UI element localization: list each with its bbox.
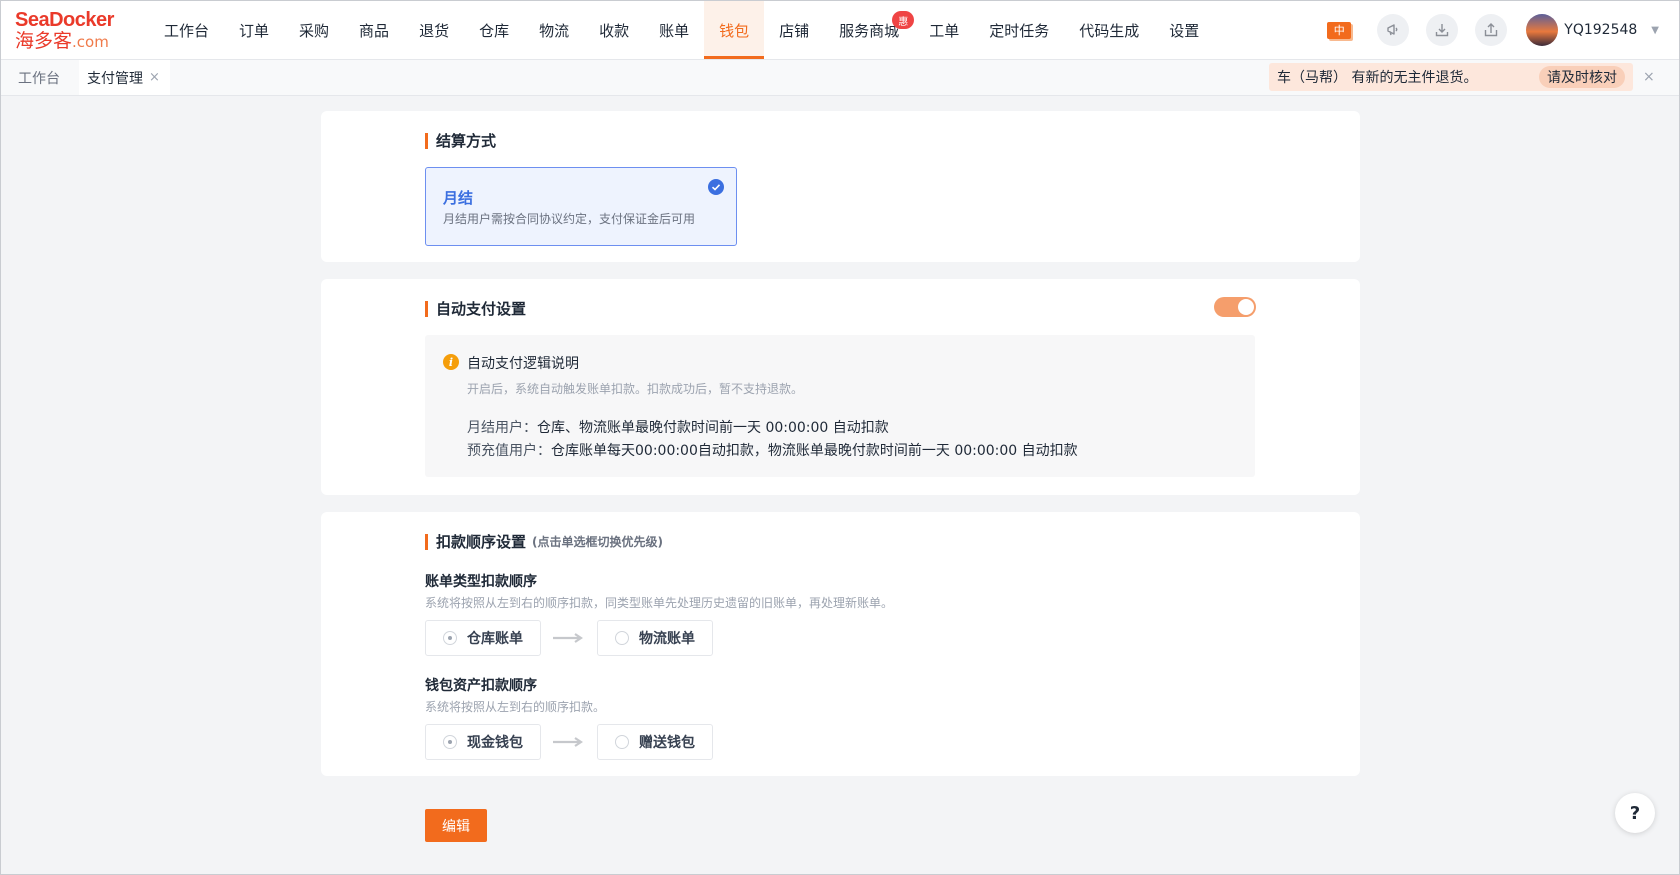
logo-domain: .com: [72, 33, 109, 51]
info-row-monthly: 月结用户：仓库、物流账单最晚付款时间前一天 00:00:00 自动扣款: [467, 420, 889, 436]
nav-item-workbench[interactable]: 工作台: [149, 1, 224, 59]
nav-item-returns[interactable]: 退货: [404, 1, 464, 59]
radio-dot: [615, 735, 629, 749]
nav-item-purchase[interactable]: 采购: [284, 1, 344, 59]
app-window: SeaDocker 海多客.com 工作台 订单 采购 商品 退货 仓库 物流 …: [0, 0, 1680, 875]
download-icon[interactable]: [1426, 14, 1459, 46]
info-subtitle: 开启后，系统自动触发账单扣款。扣款成功后，暂不支持退款。: [467, 382, 804, 396]
arrow-right-icon: [553, 737, 583, 747]
nav-item-receipts[interactable]: 收款: [584, 1, 644, 59]
top-navbar: SeaDocker 海多客.com 工作台 订单 采购 商品 退货 仓库 物流 …: [1, 1, 1679, 60]
bill-order-title: 账单类型扣款顺序: [425, 574, 537, 590]
settlement-option-monthly[interactable]: 月结 月结用户需按合同协议约定，支付保证金后可用: [425, 167, 737, 246]
option-desc: 月结用户需按合同协议约定，支付保证金后可用: [443, 212, 696, 226]
autopay-toggle[interactable]: [1214, 297, 1256, 317]
bill-order-desc: 系统将按照从左到右的顺序扣款，同类型账单先处理历史遗留的旧账单，再处理新账单。: [425, 596, 894, 610]
radio-dot: [443, 735, 457, 749]
settlement-title: 结算方式: [425, 130, 496, 151]
edit-button[interactable]: 编辑: [425, 809, 487, 842]
export-icon[interactable]: [1475, 14, 1508, 46]
close-icon[interactable]: ×: [149, 70, 160, 85]
nav-item-logistics[interactable]: 物流: [524, 1, 584, 59]
radio-cash-wallet[interactable]: 现金钱包: [425, 724, 541, 760]
wallet-order-title: 钱包资产扣款顺序: [425, 678, 537, 694]
nav-item-code-gen[interactable]: 代码生成: [1064, 1, 1154, 59]
tab-workbench[interactable]: 工作台: [1, 60, 77, 95]
notice-action-button[interactable]: 请及时核对: [1539, 66, 1625, 88]
user-avatar[interactable]: [1526, 14, 1559, 46]
username[interactable]: YQ192548: [1564, 22, 1637, 38]
radio-gift-wallet[interactable]: 赠送钱包: [597, 724, 713, 760]
logo-brand: SeaDocker: [15, 9, 114, 31]
deduction-title: 扣款顺序设置 (点击单选框切换优先级): [425, 531, 663, 552]
arrow-right-icon: [553, 633, 583, 643]
logo[interactable]: SeaDocker 海多客.com: [15, 10, 127, 52]
language-switch[interactable]: 中: [1327, 21, 1352, 39]
nav-item-stores[interactable]: 店铺: [764, 1, 824, 59]
nav-item-settings[interactable]: 设置: [1154, 1, 1214, 59]
top-right-actions: 中 YQ192548 ▼: [1327, 1, 1659, 59]
info-row-prepaid: 预充值用户：仓库账单每天00:00:00自动扣款，物流账单最晚付款时间前一天 0…: [467, 443, 1078, 459]
nav-item-orders[interactable]: 订单: [224, 1, 284, 59]
logo-cn: 海多客: [15, 30, 73, 52]
autopay-info-box: i 自动支付逻辑说明 开启后，系统自动触发账单扣款。扣款成功后，暂不支持退款。 …: [425, 335, 1255, 477]
info-icon: i: [443, 354, 459, 370]
info-title: 自动支付逻辑说明: [467, 356, 579, 372]
announcement-icon[interactable]: [1377, 14, 1410, 46]
radio-dot: [443, 631, 457, 645]
promo-badge: 惠: [892, 11, 915, 29]
wallet-order-desc: 系统将按照从左到右的顺序扣款。: [425, 700, 606, 714]
nav-item-warehouse[interactable]: 仓库: [464, 1, 524, 59]
nav-item-products[interactable]: 商品: [344, 1, 404, 59]
radio-dot: [615, 631, 629, 645]
radio-warehouse-bill[interactable]: 仓库账单: [425, 620, 541, 656]
nav-item-scheduled-tasks[interactable]: 定时任务: [974, 1, 1064, 59]
check-icon: [708, 179, 724, 195]
tab-payment-management[interactable]: 支付管理 ×: [79, 60, 170, 95]
page-tabs: 工作台 支付管理 × 车（马帮） 有新的无主件退货。 请及时核对 ×: [1, 60, 1679, 96]
notice-close-icon[interactable]: ×: [1643, 69, 1655, 85]
radio-logistics-bill[interactable]: 物流账单: [597, 620, 713, 656]
nav-item-bills[interactable]: 账单: [644, 1, 704, 59]
main-nav: 工作台 订单 采购 商品 退货 仓库 物流 收款 账单 钱包 店铺 服务商城惠 …: [149, 1, 1214, 59]
nav-item-service-mall[interactable]: 服务商城惠: [824, 1, 915, 59]
nav-item-tickets[interactable]: 工单: [914, 1, 974, 59]
notice-text: 车（马帮） 有新的无主件退货。: [1277, 70, 1478, 86]
deduction-hint: (点击单选框切换优先级): [532, 535, 663, 549]
autopay-card: 自动支付设置 i 自动支付逻辑说明 开启后，系统自动触发账单扣款。扣款成功后，暂…: [321, 279, 1360, 495]
settlement-card: 结算方式 月结 月结用户需按合同协议约定，支付保证金后可用: [321, 111, 1360, 262]
option-title: 月结: [443, 189, 474, 207]
autopay-title: 自动支付设置: [425, 298, 526, 319]
notice-banner: 车（马帮） 有新的无主件退货。 请及时核对: [1269, 63, 1633, 91]
help-button[interactable]: ?: [1615, 793, 1655, 833]
nav-item-wallet[interactable]: 钱包: [704, 1, 765, 59]
deduction-card: 扣款顺序设置 (点击单选框切换优先级) 账单类型扣款顺序 系统将按照从左到右的顺序…: [321, 512, 1360, 776]
chevron-down-icon[interactable]: ▼: [1651, 25, 1659, 36]
